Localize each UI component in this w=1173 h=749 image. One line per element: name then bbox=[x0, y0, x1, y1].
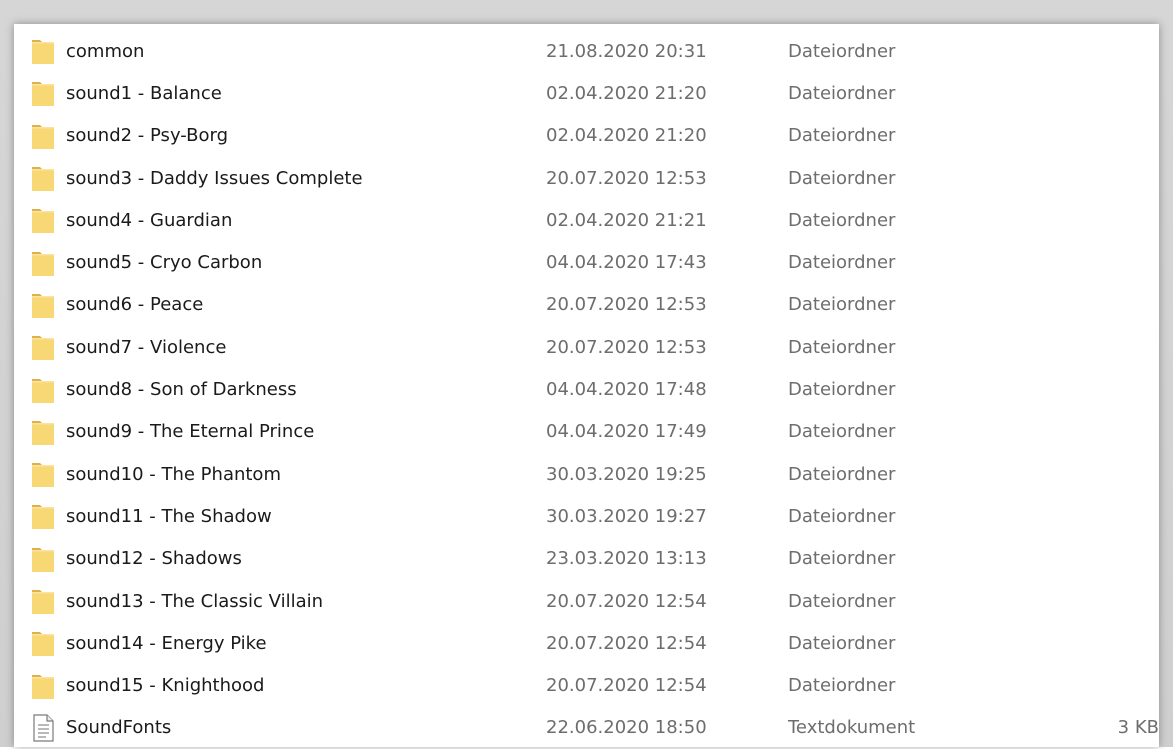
folder-icon bbox=[30, 417, 56, 447]
file-type: Textdokument bbox=[788, 717, 916, 739]
file-row[interactable]: sound8 - Son of Darkness 04.04.2020 17:48… bbox=[14, 368, 1159, 410]
folder-icon bbox=[30, 332, 56, 362]
file-date-modified: 20.07.2020 12:54 bbox=[546, 632, 707, 654]
file-date-modified: 04.04.2020 17:49 bbox=[546, 421, 707, 443]
file-name[interactable]: sound3 - Daddy Issues Complete bbox=[66, 168, 363, 189]
file-name[interactable]: sound9 - The Eternal Prince bbox=[66, 421, 314, 442]
file-name[interactable]: sound14 - Energy Pike bbox=[66, 633, 267, 654]
file-type: Dateiordner bbox=[788, 209, 896, 231]
file-name[interactable]: sound1 - Balance bbox=[66, 83, 222, 104]
file-type: Dateiordner bbox=[788, 252, 896, 274]
file-date-modified: 22.06.2020 18:50 bbox=[546, 717, 707, 739]
folder-icon bbox=[30, 628, 56, 658]
file-row[interactable]: sound4 - Guardian 02.04.2020 21:21 Dateior… bbox=[14, 199, 1159, 241]
file-date-modified: 21.08.2020 20:31 bbox=[546, 40, 707, 62]
file-date-modified: 20.07.2020 12:53 bbox=[546, 336, 707, 358]
file-name[interactable]: SoundFonts bbox=[66, 717, 171, 738]
file-type: Dateiordner bbox=[788, 505, 896, 527]
file-name[interactable]: sound15 - Knighthood bbox=[66, 675, 264, 696]
window-frame: common 21.08.2020 20:31 Dateiordner sound1 … bbox=[0, 0, 1173, 747]
file-type: Dateiordner bbox=[788, 590, 896, 612]
file-type: Dateiordner bbox=[788, 167, 896, 189]
file-date-modified: 30.03.2020 19:25 bbox=[546, 463, 707, 485]
file-name[interactable]: sound2 - Psy-Borg bbox=[66, 125, 228, 146]
file-row[interactable]: sound2 - Psy-Borg 02.04.2020 21:20 Dateior… bbox=[14, 115, 1159, 157]
file-list-panel: common 21.08.2020 20:31 Dateiordner sound1 … bbox=[14, 24, 1159, 747]
file-row[interactable]: sound10 - The Phantom 30.03.2020 19:25 Dat… bbox=[14, 453, 1159, 495]
file-row[interactable]: sound9 - The Eternal Prince 04.04.2020 17… bbox=[14, 411, 1159, 453]
folder-icon bbox=[30, 36, 56, 66]
file-name[interactable]: common bbox=[66, 41, 144, 62]
file-date-modified: 20.07.2020 12:53 bbox=[546, 167, 707, 189]
file-type: Dateiordner bbox=[788, 336, 896, 358]
file-name[interactable]: sound4 - Guardian bbox=[66, 210, 232, 231]
file-type: Dateiordner bbox=[788, 463, 896, 485]
file-name[interactable]: sound11 - The Shadow bbox=[66, 506, 272, 527]
folder-icon bbox=[30, 121, 56, 151]
file-name[interactable]: sound5 - Cryo Carbon bbox=[66, 252, 262, 273]
file-name[interactable]: sound7 - Violence bbox=[66, 337, 226, 358]
file-type: Dateiordner bbox=[788, 294, 896, 316]
file-date-modified: 20.07.2020 12:53 bbox=[546, 294, 707, 316]
file-name[interactable]: sound12 - Shadows bbox=[66, 548, 242, 569]
folder-icon bbox=[30, 544, 56, 574]
file-size: 3 KB bbox=[1117, 717, 1159, 739]
file-name[interactable]: sound8 - Son of Darkness bbox=[66, 379, 297, 400]
file-row[interactable]: sound3 - Daddy Issues Complete 20.07.2020… bbox=[14, 157, 1159, 199]
file-type: Dateiordner bbox=[788, 421, 896, 443]
file-type: Dateiordner bbox=[788, 125, 896, 147]
file-name[interactable]: sound13 - The Classic Villain bbox=[66, 591, 323, 612]
file-type: Dateiordner bbox=[788, 548, 896, 570]
folder-icon bbox=[30, 501, 56, 531]
file-row[interactable]: sound12 - Shadows 23.03.2020 13:13 Dateior… bbox=[14, 538, 1159, 580]
file-date-modified: 02.04.2020 21:20 bbox=[546, 125, 707, 147]
file-row[interactable]: sound11 - The Shadow 30.03.2020 19:27 Date… bbox=[14, 495, 1159, 537]
folder-icon bbox=[30, 671, 56, 701]
file-row[interactable]: sound15 - Knighthood 20.07.2020 12:54 Date… bbox=[14, 664, 1159, 706]
file-type: Dateiordner bbox=[788, 632, 896, 654]
file-date-modified: 04.04.2020 17:48 bbox=[546, 379, 707, 401]
file-date-modified: 20.07.2020 12:54 bbox=[546, 590, 707, 612]
file-list: common 21.08.2020 20:31 Dateiordner sound1 … bbox=[14, 30, 1159, 749]
file-row[interactable]: sound13 - The Classic Villain 20.07.2020 … bbox=[14, 580, 1159, 622]
file-date-modified: 02.04.2020 21:21 bbox=[546, 209, 707, 231]
file-date-modified: 30.03.2020 19:27 bbox=[546, 505, 707, 527]
file-type: Dateiordner bbox=[788, 379, 896, 401]
file-type: Dateiordner bbox=[788, 675, 896, 697]
folder-icon bbox=[30, 248, 56, 278]
file-date-modified: 23.03.2020 13:13 bbox=[546, 548, 707, 570]
folder-icon bbox=[30, 290, 56, 320]
file-row[interactable]: sound6 - Peace 20.07.2020 12:53 Dateiordne… bbox=[14, 284, 1159, 326]
folder-icon bbox=[30, 163, 56, 193]
folder-icon bbox=[30, 205, 56, 235]
file-date-modified: 20.07.2020 12:54 bbox=[546, 675, 707, 697]
file-row[interactable]: sound5 - Cryo Carbon 04.04.2020 17:43 Date… bbox=[14, 241, 1159, 283]
file-row[interactable]: common 21.08.2020 20:31 Dateiordner bbox=[14, 30, 1159, 72]
file-name[interactable]: sound10 - The Phantom bbox=[66, 464, 281, 485]
file-row[interactable]: sound1 - Balance 02.04.2020 21:20 Dateiord… bbox=[14, 72, 1159, 114]
file-date-modified: 04.04.2020 17:43 bbox=[546, 252, 707, 274]
file-date-modified: 02.04.2020 21:20 bbox=[546, 82, 707, 104]
folder-icon bbox=[30, 78, 56, 108]
file-row[interactable]: sound7 - Violence 20.07.2020 12:53 Dateior… bbox=[14, 326, 1159, 368]
file-row[interactable]: sound14 - Energy Pike 20.07.2020 12:54 Dat… bbox=[14, 622, 1159, 664]
folder-icon bbox=[30, 459, 56, 489]
text-document-icon bbox=[30, 713, 56, 743]
file-row[interactable]: SoundFonts 22.06.2020 18:50 Textdokument 3 … bbox=[14, 707, 1159, 749]
file-type: Dateiordner bbox=[788, 82, 896, 104]
file-name[interactable]: sound6 - Peace bbox=[66, 294, 203, 315]
folder-icon bbox=[30, 375, 56, 405]
folder-icon bbox=[30, 586, 56, 616]
file-type: Dateiordner bbox=[788, 40, 896, 62]
